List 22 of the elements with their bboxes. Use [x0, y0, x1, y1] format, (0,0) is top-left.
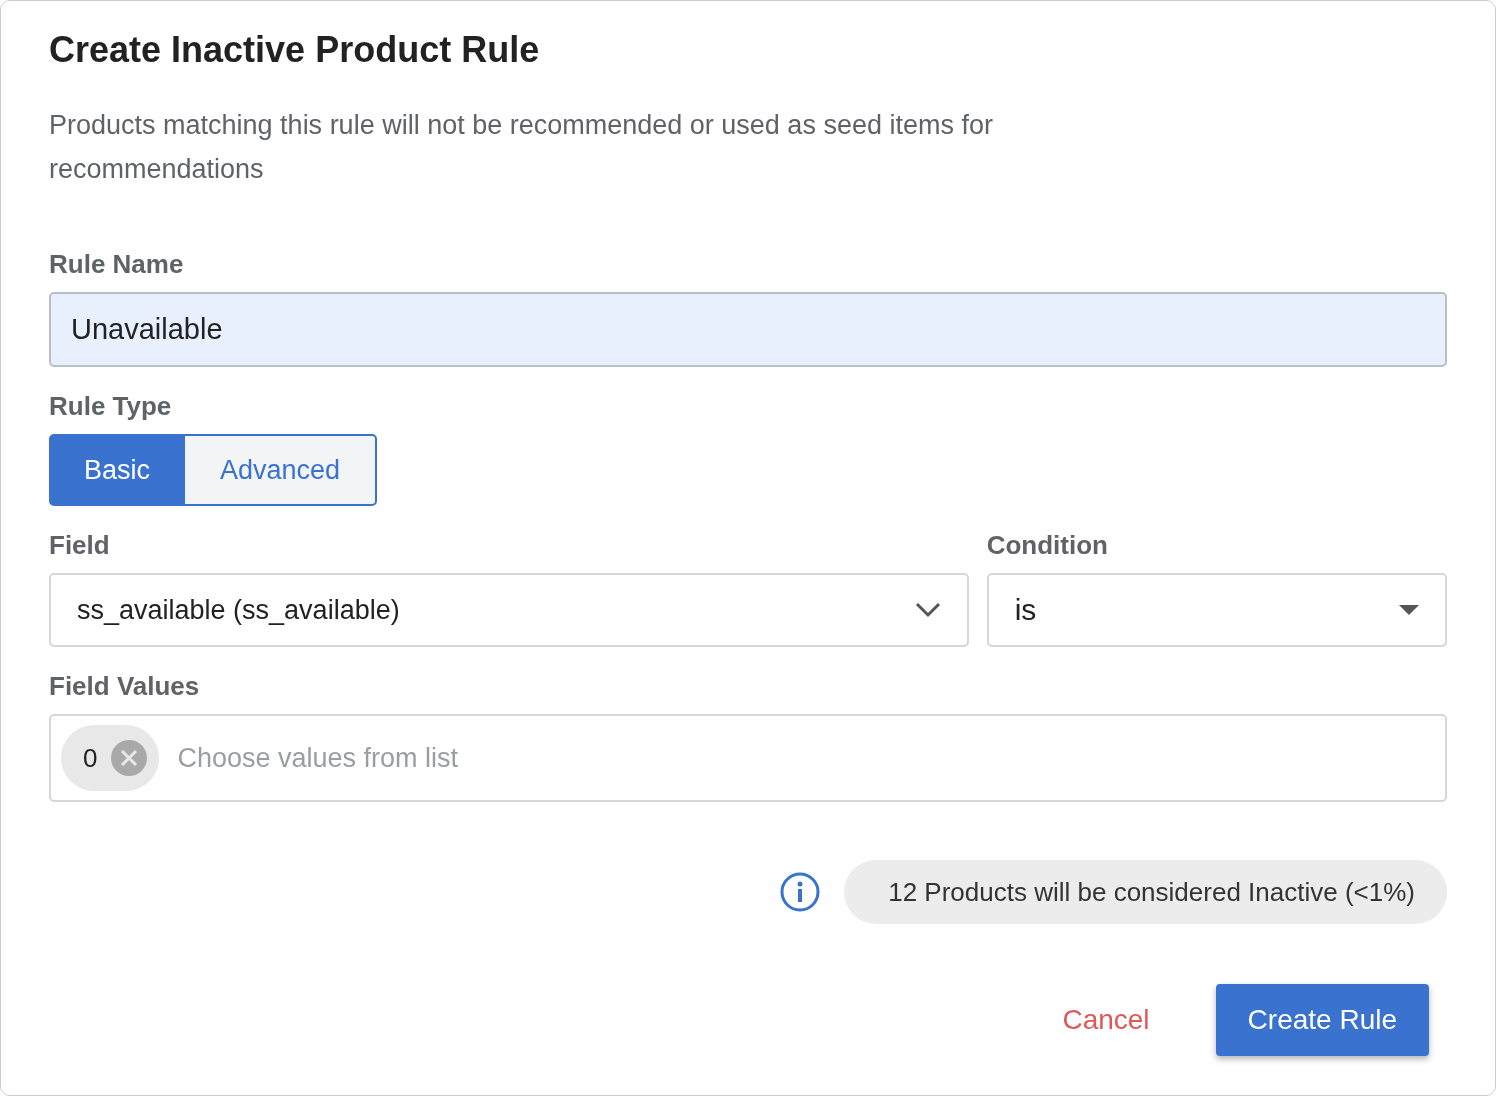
condition-select[interactable]: is — [986, 573, 1447, 647]
summary-badge: 12 Products will be considered Inactive (<1%) — [844, 860, 1447, 924]
cancel-button[interactable]: Cancel — [1062, 996, 1150, 1044]
dialog-description: Products matching this rule will not be recommended or used as seed items for recommendations — [49, 109, 994, 186]
remove-icon[interactable] — [111, 740, 148, 776]
field-label: Field — [49, 530, 111, 561]
field-label: Rule Name — [49, 249, 185, 280]
create-button[interactable]: Create Rule — [1215, 984, 1429, 1056]
rule-name-input[interactable]: Unavailable — [49, 292, 1447, 367]
field-label: Field Values — [49, 671, 201, 702]
values-input[interactable]: Choose values from list — [175, 741, 1435, 775]
field-values-input[interactable]: 0 Choose values from list — [49, 714, 1447, 802]
info-icon — [780, 872, 821, 912]
dropdown-triangle-icon — [1399, 605, 1419, 615]
field-select[interactable]: ss_available (ss_available) — [49, 573, 969, 647]
rule-type-toggle[interactable]: Advanced — [185, 434, 377, 506]
field-label: Condition — [986, 530, 1109, 561]
chip-label: 0 — [83, 742, 98, 774]
dialog-title: Create Inactive Product Rule — [49, 29, 541, 71]
field-label: Rule Type — [49, 391, 173, 422]
chevron-down-icon — [914, 602, 941, 618]
rule-type-toggle[interactable]: Basic — [49, 434, 185, 506]
